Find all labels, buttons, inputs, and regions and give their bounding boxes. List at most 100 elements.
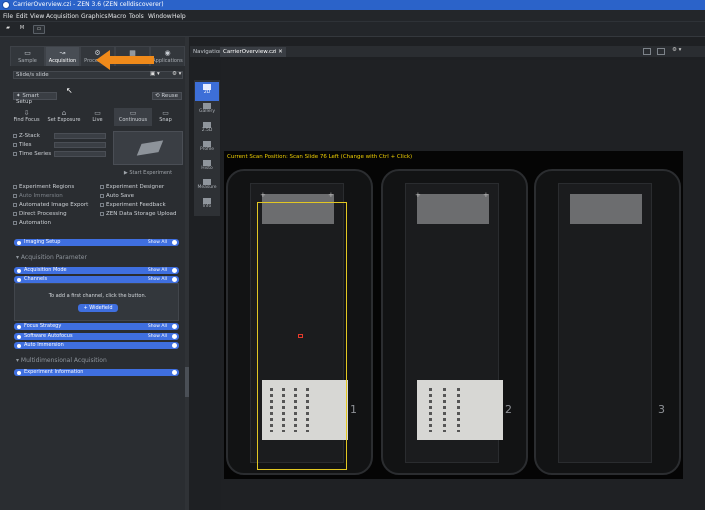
- experiment-information-bar[interactable]: Experiment Information: [14, 369, 179, 376]
- menu-graphics[interactable]: Graphics: [81, 13, 108, 20]
- left-panel-scrollbar[interactable]: [185, 37, 189, 510]
- save-icon[interactable]: ▣ ▾: [150, 71, 160, 77]
- open-folder-icon[interactable]: ▰: [3, 25, 13, 34]
- reuse-button[interactable]: ⟲ Reuse: [152, 92, 182, 100]
- auto-immersion-bar[interactable]: Auto Immersion: [14, 342, 179, 349]
- zstack-checkbox[interactable]: Z-Stack: [13, 133, 40, 139]
- start-experiment-button[interactable]: ▶ Start Experiment: [113, 169, 183, 177]
- find-focus-button[interactable]: ⇩ Find Focus: [13, 108, 40, 126]
- time-series-field[interactable]: [54, 151, 106, 157]
- corner-marker-icon: +: [260, 191, 266, 199]
- imaging-setup-bar[interactable]: Imaging Setup Show All: [14, 239, 179, 246]
- orange-arrow-annotation: [96, 50, 156, 70]
- layout-icon[interactable]: ▭: [33, 25, 45, 34]
- m-button[interactable]: M: [17, 25, 27, 34]
- tab-sample[interactable]: ▭ Sample: [10, 46, 45, 66]
- menu-file[interactable]: File: [3, 13, 13, 20]
- split-view-icon[interactable]: [657, 48, 665, 55]
- option-direct-processing[interactable]: Direct Processing: [13, 211, 67, 217]
- tab-carrier-overview[interactable]: CarrierOverview.czi ✕: [220, 47, 286, 57]
- pin-icon[interactable]: [172, 343, 177, 348]
- corner-marker-icon: +: [483, 191, 489, 199]
- view-profile-button[interactable]: Profile: [195, 139, 219, 158]
- acquisition-parameter-header[interactable]: ▾ Acquisition Parameter: [16, 254, 87, 261]
- software-autofocus-bar[interactable]: Software Autofocus Show All: [14, 333, 179, 340]
- show-all-toggle[interactable]: Show All: [148, 239, 167, 246]
- menu-window[interactable]: Window: [148, 13, 172, 20]
- pin-icon[interactable]: [172, 240, 177, 245]
- reuse-icon: ⟲: [155, 93, 160, 99]
- pin-icon[interactable]: [172, 370, 177, 375]
- acquisition-mode-bar[interactable]: Acquisition Mode Show All: [14, 267, 179, 274]
- show-all-toggle[interactable]: Show All: [148, 333, 167, 340]
- grid-view-icon[interactable]: [643, 48, 651, 55]
- view-2d-button[interactable]: 2D: [195, 82, 219, 101]
- show-all-toggle[interactable]: Show All: [148, 276, 167, 283]
- view-side-strip: 2D Gallery 2.5D Profile Histo Measure In…: [194, 80, 220, 216]
- view-histo-button[interactable]: Histo: [195, 158, 219, 177]
- continuous-icon: ▭: [129, 109, 137, 117]
- option-auto-immersion[interactable]: Auto Immersion: [13, 193, 63, 199]
- expand-icon: [17, 324, 21, 329]
- slide-number: 2: [505, 403, 512, 416]
- pin-icon[interactable]: [172, 277, 177, 282]
- close-icon[interactable]: ✕: [278, 49, 283, 55]
- menu-edit[interactable]: Edit: [16, 13, 28, 20]
- show-all-toggle[interactable]: Show All: [148, 267, 167, 274]
- pin-icon[interactable]: [172, 268, 177, 273]
- live-icon: ▭: [94, 109, 101, 117]
- slide-label: [417, 380, 503, 440]
- option-automated-image-export[interactable]: Automated Image Export: [13, 202, 88, 208]
- option-automation[interactable]: Automation: [13, 220, 51, 226]
- menu-help[interactable]: Help: [172, 13, 186, 20]
- focus-strategy-bar[interactable]: Focus Strategy Show All: [14, 323, 179, 330]
- set-exposure-button[interactable]: ⌂ Set Exposure: [47, 108, 81, 126]
- window-title: CarrierOverview.czi - ZEN 3.6 (ZEN celld…: [13, 1, 164, 8]
- experiment-preview: [113, 131, 183, 165]
- live-button[interactable]: ▭ Live: [84, 108, 111, 126]
- pin-icon[interactable]: [172, 324, 177, 329]
- view-info-button[interactable]: Info: [195, 196, 219, 215]
- view-gallery-button[interactable]: Gallery: [195, 101, 219, 120]
- carrier-overview-image[interactable]: Current Scan Position: Scan Slide 76 Lef…: [224, 151, 683, 479]
- time-series-checkbox[interactable]: Time Series: [13, 151, 51, 157]
- corner-marker-icon: +: [415, 191, 421, 199]
- show-all-toggle[interactable]: Show All: [148, 323, 167, 330]
- smart-setup-button[interactable]: ✦ Smart Setup: [13, 92, 57, 105]
- tab-acquisition[interactable]: ↝ Acquisition: [45, 46, 80, 66]
- options-icon[interactable]: ⚙ ▾: [172, 71, 181, 77]
- find-focus-icon: ⇩: [23, 109, 30, 117]
- tiles-field[interactable]: [54, 142, 106, 148]
- expand-icon: [17, 277, 21, 282]
- menu-view[interactable]: View: [30, 13, 44, 20]
- snap-icon: ▭: [162, 109, 169, 117]
- slide-holder-2[interactable]: + + 2: [381, 169, 528, 475]
- tiles-checkbox[interactable]: Tiles: [13, 142, 32, 148]
- add-widefield-button[interactable]: + Widefield: [78, 304, 118, 312]
- option-zen-data-storage-upload[interactable]: ZEN Data Storage Upload: [100, 211, 177, 217]
- zstack-field[interactable]: [54, 133, 106, 139]
- sample-select[interactable]: Slide/s slide ▣ ▾ ⚙ ▾: [13, 71, 183, 79]
- sample-icon: ▭: [24, 49, 31, 57]
- view-25d-button[interactable]: 2.5D: [195, 120, 219, 139]
- option-auto-save[interactable]: Auto Save: [100, 193, 134, 199]
- corner-marker-icon: +: [328, 191, 334, 199]
- slide-3[interactable]: [558, 183, 652, 463]
- slide-holder-3[interactable]: 3: [534, 169, 681, 475]
- multidimensional-acquisition-header[interactable]: ▾ Multidimensional Acquisition: [16, 357, 107, 364]
- expand-icon: [17, 334, 21, 339]
- settings-gear-icon[interactable]: ⚙ ▾: [672, 47, 681, 53]
- channels-bar[interactable]: Channels Show All: [14, 276, 179, 283]
- menu-tools[interactable]: Tools: [129, 13, 144, 20]
- option-experiment-designer[interactable]: Experiment Designer: [100, 184, 164, 190]
- menu-macro[interactable]: Macro: [108, 13, 126, 20]
- menu-acquisition[interactable]: Acquisition: [46, 13, 79, 20]
- view-measure-button[interactable]: Measure: [195, 177, 219, 196]
- option-experiment-regions[interactable]: Experiment Regions: [13, 184, 74, 190]
- expand-icon: [17, 343, 21, 348]
- option-experiment-feedback[interactable]: Experiment Feedback: [100, 202, 166, 208]
- slide-holder-1[interactable]: + + 1: [226, 169, 373, 475]
- pin-icon[interactable]: [172, 334, 177, 339]
- snap-button[interactable]: ▭ Snap: [152, 108, 179, 126]
- continuous-button[interactable]: ▭ Continuous: [114, 108, 152, 126]
